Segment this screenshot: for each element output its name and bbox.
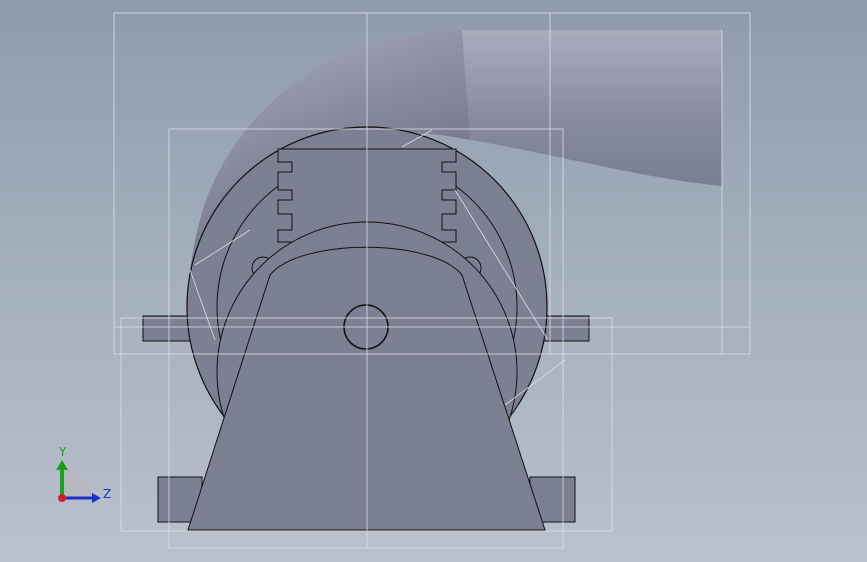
y-axis-label: Y bbox=[58, 445, 67, 459]
z-axis-arrow bbox=[92, 493, 101, 503]
z-axis-label: Z bbox=[103, 487, 111, 501]
coordinate-triad: Y Z bbox=[56, 445, 111, 503]
graphics-viewport[interactable]: Y Z bbox=[0, 0, 867, 562]
y-axis-arrow bbox=[56, 460, 68, 470]
triad-arc bbox=[62, 468, 92, 498]
x-axis-dot bbox=[58, 494, 66, 502]
